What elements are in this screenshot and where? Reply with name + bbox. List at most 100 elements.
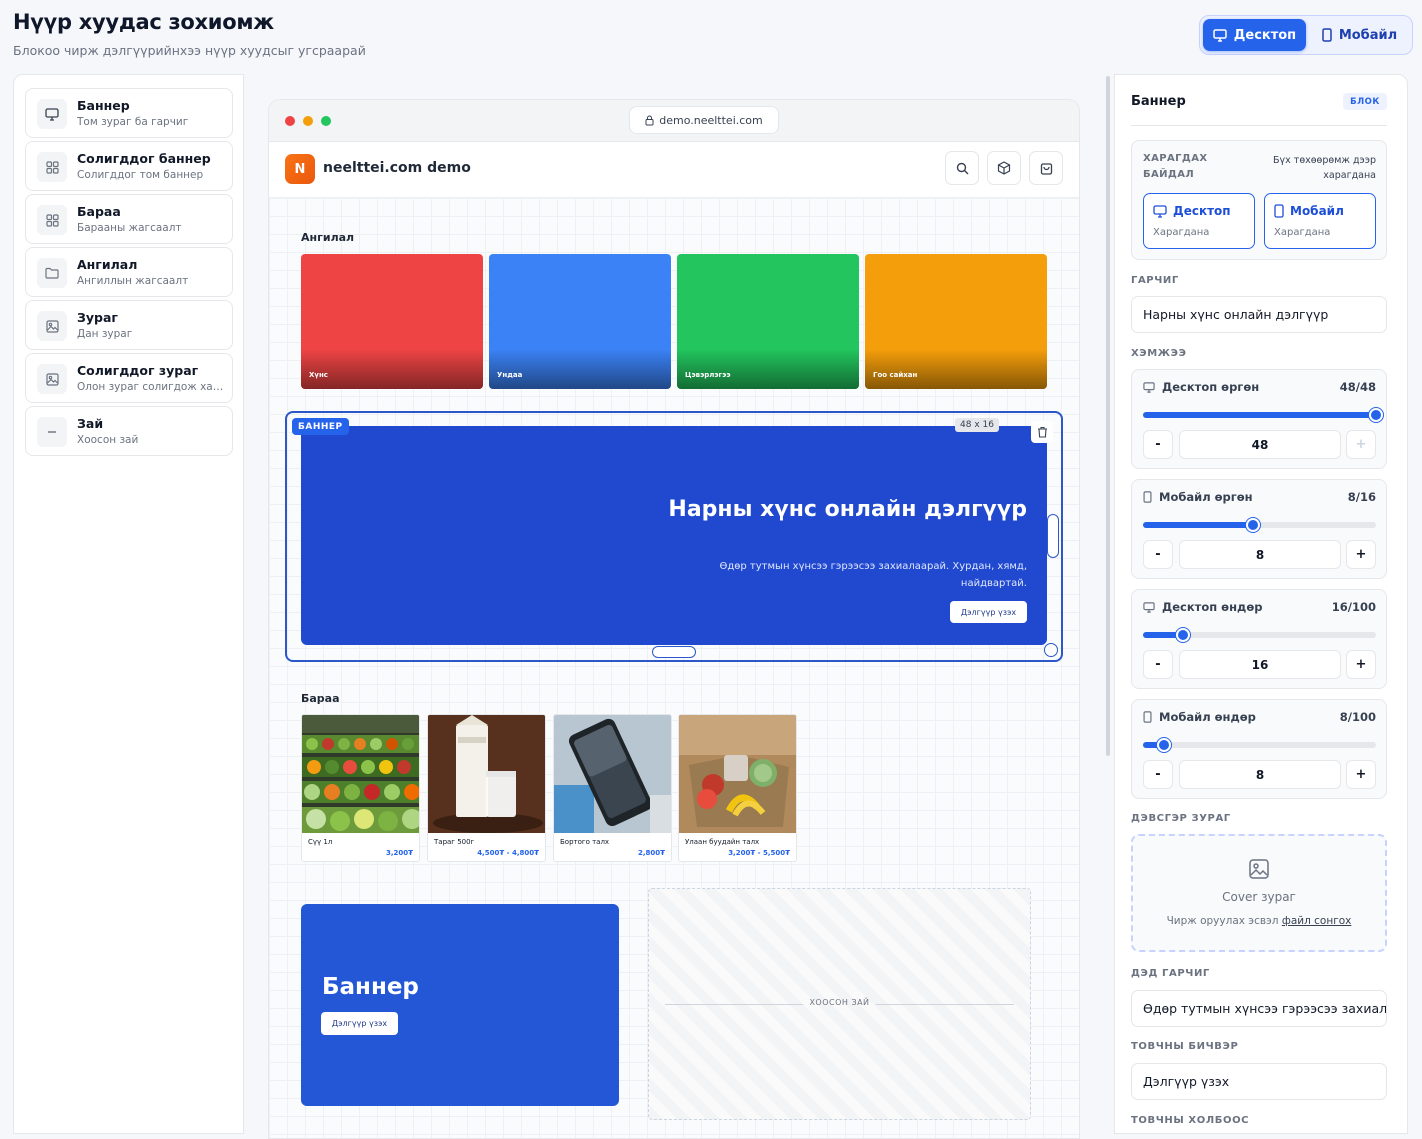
size-slider[interactable] xyxy=(1143,518,1376,532)
shopping-bag-icon xyxy=(1040,163,1052,175)
button-text-label: ТОВЧНЫ БИЧВЭР xyxy=(1131,1041,1239,1052)
block-item-title: Бараа xyxy=(77,204,121,219)
canvas-scrollbar[interactable] xyxy=(1106,76,1110,756)
upload-hint: Чирж оруулах эсвэл xyxy=(1166,915,1279,927)
hero-banner-title: Нарны хүнс онлайн дэлгүүр xyxy=(668,497,1027,522)
spacer-block[interactable]: ХООСОН ЗАЙ xyxy=(648,888,1031,1120)
secondary-banner[interactable]: Баннер Дэлгүүр үзэх xyxy=(301,904,619,1106)
button-text-input[interactable]: Дэлгүүр үзэх xyxy=(1131,1063,1387,1100)
product-card[interactable]: Сүү 1л 3,200₮ xyxy=(301,714,420,862)
block-item-categories[interactable]: Ангилал Ангиллын жагсаалт xyxy=(25,247,233,297)
product-price: 4,500₮ - 4,800₮ xyxy=(477,849,539,857)
visibility-desktop-toggle[interactable]: Десктоп Харагдана xyxy=(1143,193,1255,249)
browser-preview: demo.neelttei.com N neelttei.com demo Ан… xyxy=(268,99,1080,1139)
visibility-section: ХАРАГДАХ БАЙДАЛ Бүх төхөөрөмж дээр хараг… xyxy=(1131,140,1387,260)
product-card[interactable]: Улаан буудайн талх 3,200₮ - 5,500₮ xyxy=(678,714,797,862)
monitor-icon xyxy=(1143,381,1155,393)
size-value-input[interactable]: 8 xyxy=(1179,760,1341,789)
title-input[interactable]: Нарны хүнс онлайн дэлгүүр xyxy=(1131,296,1387,333)
delete-block-button[interactable] xyxy=(1031,421,1053,443)
size-value-input[interactable]: 8 xyxy=(1179,540,1341,569)
product-card[interactable]: Тараг 500г 4,500₮ - 4,800₮ xyxy=(427,714,546,862)
category-tile[interactable]: Хүнс xyxy=(301,254,483,389)
size-slider-knob[interactable] xyxy=(1175,628,1190,642)
product-image-groceries xyxy=(679,715,796,833)
block-item-title: Баннер xyxy=(77,98,130,113)
block-item-carousel-banner[interactable]: Солигддог баннер Солигддог том баннер xyxy=(25,141,233,191)
category-tile[interactable]: Ундаа xyxy=(489,254,671,389)
site-logo: N xyxy=(285,154,315,184)
properties-panel: Баннер БЛОК ХАРАГДАХ БАЙДАЛ Бүх төхөөрөм… xyxy=(1114,74,1408,1134)
visibility-desktop-state: Харагдана xyxy=(1153,227,1210,238)
view-desktop-button[interactable]: Десктоп xyxy=(1203,19,1306,51)
block-item-desc: Ангиллын жагсаалт xyxy=(77,275,189,287)
size-slider[interactable] xyxy=(1143,738,1376,752)
page-subtitle: Блокоо чирж дэлгүүрийнхээ нүүр хуудсыг у… xyxy=(13,43,366,58)
phone-icon xyxy=(1143,491,1152,503)
site-search-button[interactable] xyxy=(945,151,979,185)
increment-button[interactable]: + xyxy=(1346,540,1376,569)
block-item-desc: Барааны жагсаалт xyxy=(77,222,182,234)
increment-button[interactable]: + xyxy=(1346,650,1376,679)
upload-title: Cover зураг xyxy=(1222,890,1296,904)
category-tile[interactable]: Гоо сайхан xyxy=(865,254,1047,389)
hero-banner-button[interactable]: Дэлгүүр үзэх xyxy=(950,601,1027,623)
size-slider-knob[interactable] xyxy=(1369,408,1383,422)
phone-icon xyxy=(1143,711,1152,723)
visibility-mobile-toggle[interactable]: Мобайл Харагдана xyxy=(1264,193,1376,249)
window-minimize-dot xyxy=(303,116,313,126)
size-slider[interactable] xyxy=(1143,408,1383,422)
size-slider-knob[interactable] xyxy=(1156,738,1171,752)
window-maximize-dot xyxy=(321,116,331,126)
grid-icon xyxy=(37,205,67,235)
subtitle-field-label: ДЭД ГАРЧИГ xyxy=(1131,968,1210,979)
categories-section-title: Ангилал xyxy=(301,231,355,244)
site-package-button[interactable] xyxy=(987,151,1021,185)
panel-title: Баннер xyxy=(1131,94,1186,109)
increment-button[interactable]: + xyxy=(1346,430,1376,459)
decrement-button[interactable]: - xyxy=(1143,540,1173,569)
size-value-input[interactable]: 16 xyxy=(1179,650,1341,679)
size-slider-fill xyxy=(1143,522,1253,528)
browser-toolbar: demo.neelttei.com xyxy=(269,100,1079,142)
block-item-desc: Дан зураг xyxy=(77,328,133,340)
category-tile[interactable]: Цэвэрлэгээ xyxy=(677,254,859,389)
title-field-label: ГАРЧИГ xyxy=(1131,275,1179,286)
monitor-icon xyxy=(1153,204,1167,218)
hero-banner[interactable]: Нарны хүнс онлайн дэлгүүр Өдөр тутмын хү… xyxy=(301,426,1047,645)
size-control-name: Десктоп өндөр xyxy=(1162,600,1263,614)
upload-choose-file-link[interactable]: файл сонгох xyxy=(1282,915,1352,927)
size-value-input[interactable]: 48 xyxy=(1179,430,1341,459)
category-tile-shade xyxy=(865,349,1047,389)
size-slider[interactable] xyxy=(1143,628,1376,642)
increment-button[interactable]: + xyxy=(1346,760,1376,789)
resize-handle-right[interactable] xyxy=(1047,514,1059,558)
size-slider-knob[interactable] xyxy=(1245,518,1260,532)
decrement-button[interactable]: - xyxy=(1143,760,1173,789)
block-item-spacer[interactable]: Зай Хоосон зай xyxy=(25,406,233,456)
site-cart-button[interactable] xyxy=(1029,151,1063,185)
block-item-title: Зай xyxy=(77,416,104,431)
view-mobile-button[interactable]: Мобайл xyxy=(1310,19,1409,51)
block-item-image[interactable]: Зураг Дан зураг xyxy=(25,300,233,350)
resize-handle-bottom[interactable] xyxy=(652,646,696,658)
package-icon xyxy=(997,161,1011,175)
page-title: Нүүр хуудас зохиомж xyxy=(13,10,274,34)
monitor-icon xyxy=(1143,601,1155,613)
size-control-label: Мобайл өргөн xyxy=(1143,490,1253,504)
secondary-banner-button[interactable]: Дэлгүүр үзэх xyxy=(321,1012,398,1035)
visibility-note: Бүх төхөөрөмж дээр харагдана xyxy=(1273,155,1376,181)
category-tile-shade xyxy=(489,349,671,389)
product-card[interactable]: Бортого талх 2,800₮ xyxy=(553,714,672,862)
image-icon xyxy=(1249,859,1269,879)
block-item-banner[interactable]: Баннер Том зураг ба гарчиг xyxy=(25,88,233,138)
url-text: demo.neelttei.com xyxy=(659,113,763,127)
decrement-button[interactable]: - xyxy=(1143,430,1173,459)
block-item-carousel-image[interactable]: Солигддог зураг Олон зураг солигдож хара… xyxy=(25,353,233,403)
resize-handle-corner[interactable] xyxy=(1044,643,1058,657)
image-upload-dropzone[interactable]: Cover зураг Чирж оруулах эсвэл файл сонг… xyxy=(1131,834,1387,952)
product-name: Бортого талх xyxy=(560,838,610,846)
block-item-products[interactable]: Бараа Барааны жагсаалт xyxy=(25,194,233,244)
subtitle-input[interactable]: Өдөр тутмын хүнсээ гэрээсээ захиалаарай.… xyxy=(1131,990,1387,1027)
decrement-button[interactable]: - xyxy=(1143,650,1173,679)
